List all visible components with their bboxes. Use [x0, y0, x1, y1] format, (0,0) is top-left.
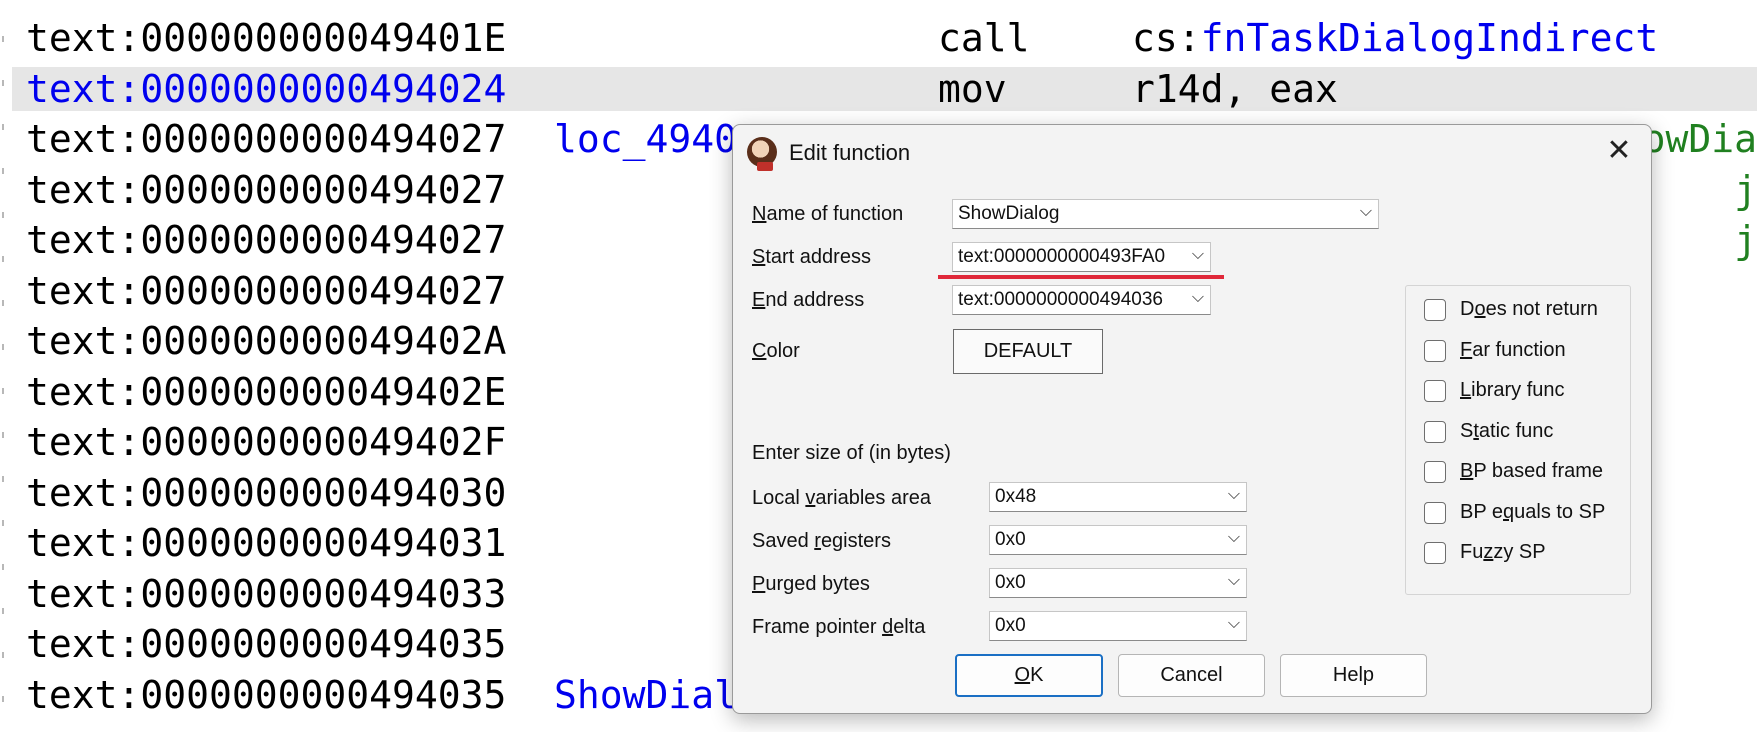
chevron-down-icon[interactable]: ⌵ [1228, 613, 1240, 633]
start-address-combo[interactable]: text:0000000000493FA0 ⌵ [952, 242, 1211, 272]
dialog-title: Edit function [789, 140, 911, 165]
line-label: ShowDial [554, 672, 738, 717]
checkbox-box[interactable] [1424, 461, 1446, 483]
line-address: text:000000000049401E [26, 16, 507, 60]
function-name-combo[interactable]: ShowDialog ⌵ [952, 199, 1379, 229]
line-address: text:0000000000494027 [26, 268, 507, 313]
line-comment: owDia [1642, 117, 1757, 161]
purged-bytes-value: 0x0 [995, 572, 1026, 593]
checkbox-label: Fuzzy SP [1460, 541, 1546, 563]
color-label: Color [752, 340, 800, 362]
checkbox-label: Library func [1460, 379, 1565, 401]
checkbox-box[interactable] [1424, 380, 1446, 402]
line-address: text:0000000000494027 [26, 218, 507, 262]
checkbox-label: Static func [1460, 419, 1554, 442]
checkbox-box[interactable] [1424, 542, 1446, 564]
line-address: text:0000000000494033 [26, 571, 507, 616]
line-address: text:0000000000494035 [26, 622, 507, 666]
checkbox-box[interactable] [1424, 299, 1446, 321]
listing-line[interactable]: text:000000000049401E call cs:fnTaskDialog… [12, 16, 1757, 60]
end-address-value: text:0000000000494036 [958, 289, 1163, 310]
chevron-down-icon[interactable]: ⌵ [1360, 201, 1372, 221]
checkbox-box[interactable] [1424, 501, 1446, 524]
name-of-function-label: Name of function [752, 203, 904, 225]
red-underline-annotation [938, 275, 1224, 279]
size-heading: Enter size of (in bytes) [752, 442, 951, 464]
ok-button[interactable]: OK [955, 654, 1103, 697]
checkbox-label: Far function [1460, 338, 1566, 361]
cancel-button[interactable]: Cancel [1118, 654, 1265, 697]
line-address: text:0000000000494031 [26, 521, 507, 565]
frame-pointer-delta-label: Frame pointer delta [752, 616, 926, 638]
line-mnemonic: mov [938, 66, 1007, 111]
chevron-down-icon[interactable]: ⌵ [1228, 570, 1240, 590]
line-address: text:0000000000494030 [26, 470, 507, 515]
line-comment: j [1734, 218, 1757, 262]
start-address-value: text:0000000000493FA0 [958, 246, 1166, 267]
line-comment: j [1734, 167, 1757, 212]
checkbox-label: BP equals to SP [1460, 500, 1606, 523]
function-name-value: ShowDialog [958, 203, 1060, 224]
chevron-down-icon[interactable]: ⌵ [1192, 287, 1204, 307]
end-address-combo[interactable]: text:0000000000494036 ⌵ [952, 285, 1211, 315]
line-address: text:000000000049402A [26, 319, 507, 363]
purged-bytes-combo[interactable]: 0x0 ⌵ [989, 568, 1247, 598]
line-address: text:000000000049402E [26, 369, 507, 414]
operand-text: cs: [1132, 16, 1201, 60]
line-operand: cs:fnTaskDialogIndirect [1132, 16, 1658, 60]
purged-bytes-label: Purged bytes [752, 573, 870, 595]
checkbox-label: Does not return [1460, 298, 1598, 320]
listing-line[interactable]: text:0000000000494024 mov r14d, eax [12, 66, 1757, 111]
line-address: text:0000000000494035 [26, 672, 507, 717]
local-variables-label: Local variables area [752, 487, 931, 509]
line-address: text:0000000000494024 [26, 66, 507, 111]
line-mnemonic: call [938, 16, 1030, 60]
line-address: text:0000000000494027 [26, 117, 507, 161]
chevron-down-icon[interactable]: ⌵ [1192, 244, 1204, 264]
local-variables-value: 0x48 [995, 486, 1037, 507]
frame-pointer-delta-combo[interactable]: 0x0 ⌵ [989, 611, 1247, 641]
close-icon[interactable]: ✕ [1599, 131, 1639, 171]
listing-gutter [0, 0, 12, 732]
local-variables-combo[interactable]: 0x48 ⌵ [989, 482, 1247, 512]
line-operand: r14d, eax [1132, 67, 1338, 111]
saved-registers-label: Saved registers [752, 530, 891, 552]
operand-text: r14d, eax [1132, 66, 1338, 111]
checkbox-box[interactable] [1424, 339, 1446, 362]
line-address: text:000000000049402F [26, 420, 507, 464]
line-label: loc_4940 [554, 117, 738, 161]
help-button[interactable]: Help [1280, 654, 1427, 697]
dialog-titlebar: Edit function ✕ [733, 125, 1651, 181]
line-address: text:0000000000494027 [26, 167, 507, 212]
operand-function-name[interactable]: fnTaskDialogIndirect [1201, 16, 1659, 60]
start-address-label: Start address [752, 246, 871, 268]
end-address-label: End address [752, 289, 865, 311]
saved-registers-value: 0x0 [995, 529, 1026, 550]
chevron-down-icon[interactable]: ⌵ [1228, 484, 1240, 504]
frame-pointer-delta-value: 0x0 [995, 615, 1026, 636]
checkbox-label: BP based frame [1460, 460, 1604, 482]
ida-app-icon [747, 137, 777, 171]
saved-registers-combo[interactable]: 0x0 ⌵ [989, 525, 1247, 555]
chevron-down-icon[interactable]: ⌵ [1228, 527, 1240, 547]
color-default-button[interactable]: DEFAULT [953, 329, 1103, 374]
checkbox-box[interactable] [1424, 420, 1446, 443]
